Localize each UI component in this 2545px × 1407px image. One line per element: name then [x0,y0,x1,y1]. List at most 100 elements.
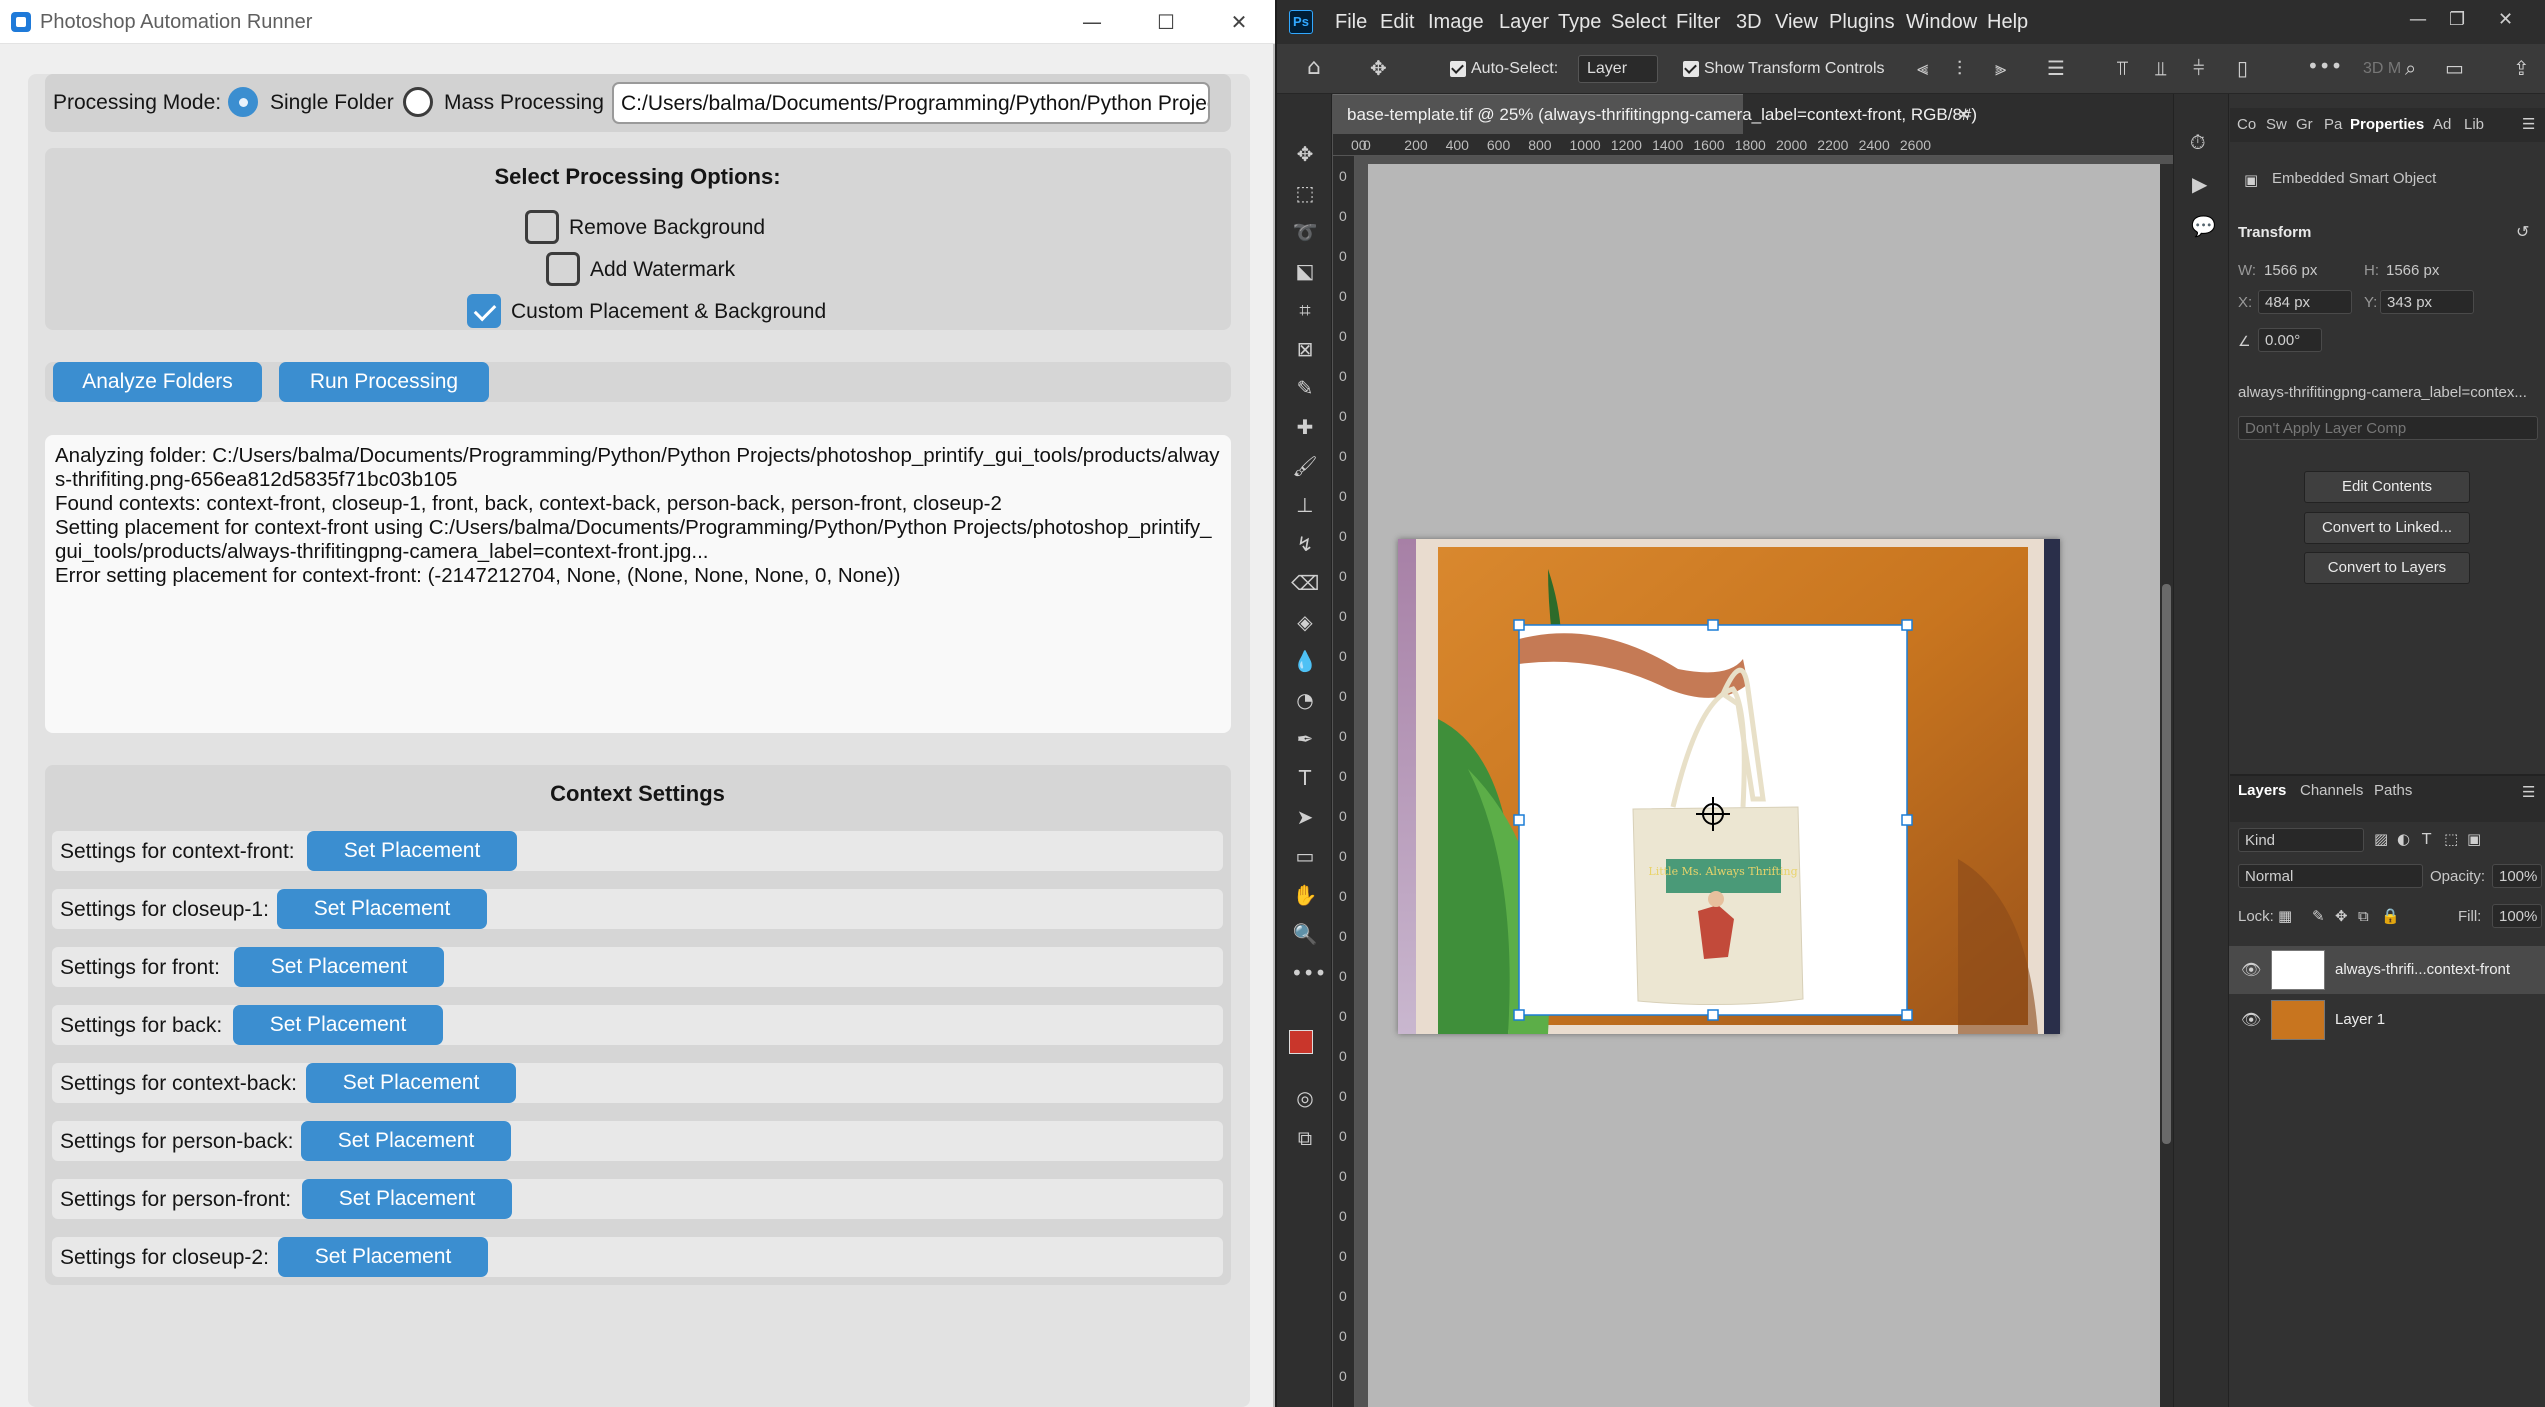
set-placement-button[interactable]: Set Placement [301,1121,511,1161]
maximize-button[interactable]: ☐ [1130,0,1202,44]
move-tool[interactable]: ✥ [1291,140,1319,168]
minimize-icon[interactable]: — [2409,10,2427,30]
convert-to-layers-button[interactable]: Convert to Layers [2304,552,2470,584]
menu-filter[interactable]: Filter [1676,11,1720,34]
blend-mode-dropdown[interactable]: Normal [2238,864,2423,888]
auto-select-dropdown[interactable]: Layer [1578,55,1658,83]
tab-libraries[interactable]: Lib [2464,116,2484,133]
layer-filter-dropdown[interactable]: Kind [2238,828,2364,852]
eyedropper-tool[interactable]: ✎ [1291,374,1319,402]
set-placement-button[interactable]: Set Placement [306,1063,516,1103]
move-tool-icon[interactable]: ✥ [1370,58,1387,78]
close-button[interactable]: ✕ [1203,0,1275,44]
crop-tool[interactable]: ⌗ [1291,296,1319,324]
align-center-icon[interactable]: ⫶ [1957,58,1962,78]
quick-mask-icon[interactable]: ◎ [1291,1084,1319,1112]
folder-path-input[interactable]: C:/Users/balma/Documents/Programming/Pyt… [612,82,1210,124]
path-select-tool[interactable]: ➤ [1291,803,1319,831]
lock-paint-icon[interactable]: ✎ [2312,906,2325,926]
stamp-tool[interactable]: ⊥ [1291,491,1319,519]
filter-shape-icon[interactable]: ⬚ [2444,829,2458,849]
lasso-tool[interactable]: ➰ [1291,218,1319,246]
add-watermark-label[interactable]: Add Watermark [590,258,735,282]
type-tool[interactable]: T [1291,764,1319,792]
reset-transform-icon[interactable]: ↺ [2516,222,2529,242]
lock-pixels-icon[interactable]: ▦ [2278,906,2292,926]
menu-plugins[interactable]: Plugins [1829,11,1895,34]
convert-to-linked-button[interactable]: Convert to Linked... [2304,512,2470,544]
tab-gradients[interactable]: Gr [2296,116,2313,133]
lock-artboard-icon[interactable]: ⧉ [2358,906,2369,926]
single-folder-label[interactable]: Single Folder [270,91,394,115]
search-icon[interactable]: ⌕ [2405,58,2416,78]
set-placement-button[interactable]: Set Placement [277,889,487,929]
brush-tool[interactable]: 🖌 [1291,452,1319,480]
align-middle-icon[interactable]: ⫫ [2155,58,2166,78]
healing-tool[interactable]: ✚ [1291,413,1319,441]
eraser-tool[interactable]: ⌫ [1291,569,1319,597]
close-tab-icon[interactable]: ✕ [1957,105,1970,125]
scrollbar-thumb[interactable] [2162,584,2171,1144]
document-image[interactable]: Little Ms. Always Thrifting [1398,539,2060,1034]
mass-processing-radio[interactable] [403,87,433,117]
filter-pixel-icon[interactable]: ▨ [2374,829,2388,849]
hand-tool[interactable]: ✋ [1291,881,1319,909]
tab-patterns[interactable]: Pa [2324,116,2342,133]
menu-image[interactable]: Image [1428,11,1484,34]
set-placement-button[interactable]: Set Placement [302,1179,512,1219]
tab-properties[interactable]: Properties [2350,116,2424,133]
opacity-field[interactable]: 100% [2492,864,2542,888]
align-left-icon[interactable]: ⫷ [1917,58,1928,78]
actions-play-icon[interactable]: ▶ [2192,174,2207,194]
custom-placement-checkbox[interactable] [467,294,501,328]
comments-icon[interactable]: 💬 [2191,216,2216,236]
document-tab[interactable]: base-template.tif @ 25% (always-thrifiti… [1333,94,1977,134]
tab-adjustments[interactable]: Ad [2433,116,2451,133]
visibility-eye-icon[interactable]: 👁 [2241,960,2261,980]
align-bottom-icon[interactable]: ⫩ [2193,58,2204,78]
filter-adjustment-icon[interactable]: ◐ [2397,829,2410,849]
custom-placement-label[interactable]: Custom Placement & Background [511,300,826,324]
edit-toolbar-icon[interactable]: ••• [1291,959,1326,987]
auto-select-checkbox[interactable] [1450,61,1466,77]
zoom-tool[interactable]: 🔍 [1291,920,1319,948]
remove-background-checkbox[interactable] [525,210,559,244]
layers-menu-icon[interactable]: ☰ [2522,782,2535,802]
workspace-icon[interactable]: ▭ [2445,58,2464,78]
run-processing-button[interactable]: Run Processing [279,362,489,402]
tab-color[interactable]: Co [2237,116,2256,133]
menu-help[interactable]: Help [1987,11,2028,34]
add-watermark-checkbox[interactable] [546,252,580,286]
x-position-field[interactable]: 484 px [2258,290,2352,314]
menu-3d[interactable]: 3D [1736,11,1762,34]
single-folder-radio[interactable] [228,87,258,117]
mass-processing-label[interactable]: Mass Processing [444,91,604,115]
remove-background-label[interactable]: Remove Background [569,216,765,240]
foreground-color-swatch[interactable] [1289,1030,1313,1054]
align-right-icon[interactable]: ⫸ [1995,58,2006,78]
rectangle-tool[interactable]: ▭ [1291,842,1319,870]
object-select-tool[interactable]: ⬕ [1291,257,1319,285]
menu-window[interactable]: Window [1906,11,1977,34]
menu-layer[interactable]: Layer [1499,11,1549,34]
height-value[interactable]: 1566 px [2386,262,2439,279]
edit-contents-button[interactable]: Edit Contents [2304,471,2470,503]
frame-tool[interactable]: ⊠ [1291,335,1319,363]
lock-all-icon[interactable]: 🔒 [2381,906,2400,926]
dodge-tool[interactable]: ◔ [1291,686,1319,714]
set-placement-button[interactable]: Set Placement [233,1005,443,1045]
menu-edit[interactable]: Edit [1380,11,1414,34]
tab-swatches[interactable]: Sw [2266,116,2287,133]
log-output[interactable]: Analyzing folder: C:/Users/balma/Documen… [45,435,1231,733]
tab-paths[interactable]: Paths [2374,782,2412,799]
menu-file[interactable]: File [1335,11,1367,34]
y-position-field[interactable]: 343 px [2380,290,2474,314]
tab-channels[interactable]: Channels [2300,782,2363,799]
history-brush-tool[interactable]: ↯ [1291,530,1319,558]
filter-smart-icon[interactable]: ▣ [2467,829,2481,849]
tab-layers[interactable]: Layers [2238,782,2286,799]
analyze-folders-button[interactable]: Analyze Folders [53,362,262,402]
filter-type-icon[interactable]: T [2422,829,2431,849]
minimize-button[interactable]: — [1056,0,1128,44]
panel-menu-icon[interactable]: ☰ [2522,114,2535,134]
